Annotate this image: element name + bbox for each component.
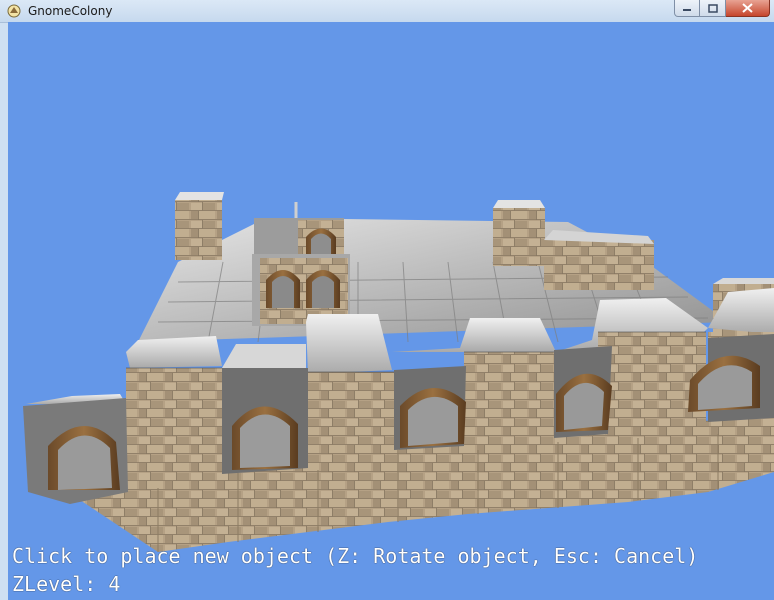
close-button[interactable] [726,0,770,17]
arch-bay-1 [23,398,128,504]
zlevel-readout: ZLevel: 4 [12,572,121,596]
arch-bay-2 [222,368,308,474]
maximize-icon [707,3,718,13]
close-icon [742,3,753,13]
app-icon [7,4,21,18]
arch-bay-4 [554,346,612,438]
title-bar[interactable]: GnomeColony [0,0,774,23]
tower-left [175,200,222,260]
maximize-button[interactable] [700,0,726,17]
game-viewport[interactable]: Click to place new object (Z: Rotate obj… [8,22,774,600]
tower-right [493,208,545,266]
game-window: GnomeColony Click to place new object (Z… [0,0,774,600]
placement-instruction: Click to place new object (Z: Rotate obj… [12,544,699,568]
castle-scene [23,192,774,552]
minimize-button[interactable] [674,0,700,17]
window-title: GnomeColony [28,4,113,18]
minimize-icon [683,9,691,11]
arch-bay-3 [394,366,466,450]
window-controls [674,0,770,18]
